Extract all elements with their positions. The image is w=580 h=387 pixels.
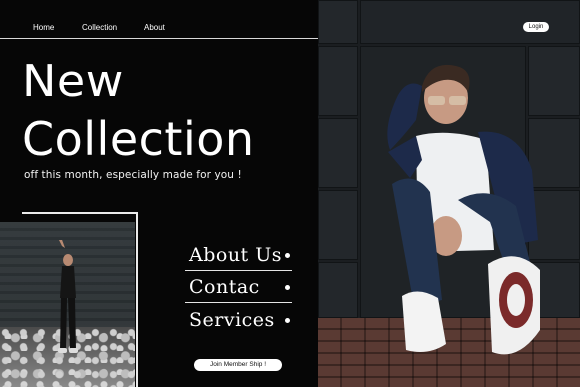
nav-divider <box>0 38 357 39</box>
menu-about-us[interactable]: About Us <box>185 239 292 271</box>
menu-services[interactable]: Services <box>185 304 292 336</box>
menu-services-label: Services <box>189 309 275 331</box>
hero-title-line2: Collection <box>22 112 255 166</box>
hero-tagline: off this month, especially made for you … <box>24 169 242 181</box>
login-button[interactable]: Login <box>523 22 549 32</box>
menu-divider <box>185 302 292 303</box>
standing-model-figure <box>58 240 78 353</box>
menu-contact[interactable]: Contac <box>185 271 292 303</box>
bullet-icon <box>285 253 290 258</box>
nav-about[interactable]: About <box>144 23 165 32</box>
bullet-icon <box>285 318 290 323</box>
hero-title-line1: New <box>22 55 124 107</box>
bullet-icon <box>285 285 290 290</box>
nav-home[interactable]: Home <box>33 23 54 32</box>
menu-about-us-label: About Us <box>189 244 282 266</box>
hero-title: New Collection <box>22 58 255 162</box>
hero-photo <box>318 0 580 387</box>
seated-model-figure <box>387 64 540 355</box>
secondary-photo <box>0 222 135 387</box>
menu-contact-label: Contac <box>189 276 260 298</box>
join-membership-button[interactable]: Join Member Ship ! <box>194 359 282 371</box>
nav-collection[interactable]: Collection <box>82 23 117 32</box>
